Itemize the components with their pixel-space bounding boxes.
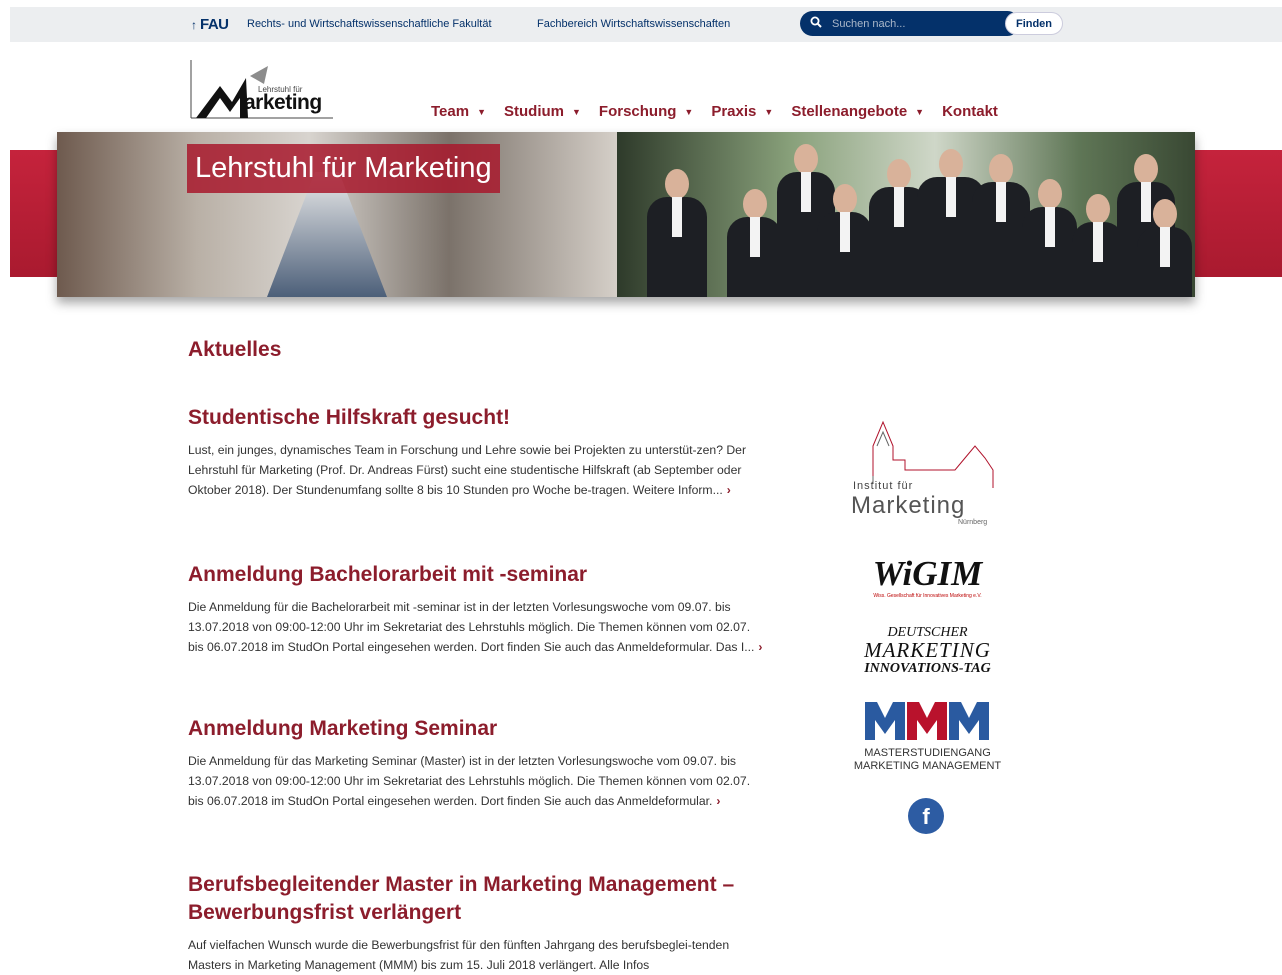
nav-label: Forschung	[598, 103, 677, 120]
search-form: Finden	[800, 11, 1064, 36]
institut-marketing-logo[interactable]: Institut für Marketing Nürnberg	[845, 418, 1010, 528]
hero-team-photo	[617, 132, 1195, 297]
nav-praxis[interactable]: Praxis ▼	[711, 103, 773, 120]
news-text: Die Anmeldung für die Bachelorarbeit mit…	[188, 600, 755, 654]
logo-big-text: arketing	[244, 91, 322, 114]
news-item: Anmeldung Marketing Seminar Die Anmeldun…	[188, 715, 768, 811]
search-box	[800, 11, 1020, 36]
team-member	[727, 189, 782, 297]
dmit-line2: MARKETING	[864, 638, 991, 662]
search-button[interactable]: Finden	[1005, 12, 1063, 35]
department-link[interactable]: Fachbereich Wirtschaftswissenschaften	[537, 18, 730, 30]
nav-label: Praxis	[711, 103, 757, 120]
nav-team[interactable]: Team ▼	[431, 103, 486, 120]
read-more-icon[interactable]: ›	[758, 640, 762, 654]
fau-logo: FAU	[200, 16, 229, 33]
news-text: Die Anmeldung für das Marketing Seminar …	[188, 754, 751, 808]
nav-label: Kontakt	[942, 103, 998, 120]
nav-label: Team	[431, 103, 470, 120]
chevron-down-icon: ▼	[572, 106, 581, 117]
up-arrow-icon: ↑	[191, 17, 197, 32]
institut-line3: Nürnberg	[958, 519, 988, 526]
read-more-icon[interactable]: ›	[716, 794, 720, 808]
nav-studium[interactable]: Studium ▼	[504, 103, 581, 120]
nav-label: Studium	[504, 103, 564, 120]
institut-line1: Institut für	[853, 480, 914, 492]
team-member	[817, 184, 872, 297]
news-title-link[interactable]: Berufsbegleitender Master in Marketing M…	[188, 871, 748, 927]
team-member	[647, 169, 707, 297]
nav-kontakt[interactable]: Kontakt	[942, 103, 998, 120]
dmit-line3: INNOVATIONS-TAG	[864, 661, 991, 676]
section-title: Aktuelles	[188, 338, 282, 361]
news-title-link[interactable]: Anmeldung Marketing Seminar	[188, 715, 768, 743]
news-item: Berufsbegleitender Master in Marketing M…	[188, 871, 768, 975]
news-teaser: Die Anmeldung für die Bachelorarbeit mit…	[188, 597, 768, 657]
mmm-line2: MARKETING MANAGEMENT	[853, 760, 1002, 772]
news-text: Lust, ein junges, dynamisches Team in Fo…	[188, 443, 746, 497]
news-item: Anmeldung Bachelorarbeit mit -seminar Di…	[188, 561, 768, 657]
chevron-down-icon: ▼	[684, 106, 694, 117]
mmm-line1: MASTERSTUDIENGANG	[864, 747, 991, 759]
faculty-link[interactable]: Rechts- und Wirtschaftswissenschaftliche…	[247, 18, 492, 30]
fau-home-link[interactable]: ↑ FAU	[191, 16, 229, 33]
mmm-mark	[864, 702, 989, 740]
news-teaser: Lust, ein junges, dynamisches Team in Fo…	[188, 440, 768, 500]
news-teaser: Die Anmeldung für das Marketing Seminar …	[188, 751, 768, 811]
team-member	[1137, 199, 1192, 297]
read-more-icon[interactable]: ›	[727, 483, 731, 497]
search-icon	[810, 16, 822, 28]
wigim-logo[interactable]: WiGIM Wiss. Gesellschaft für Innovatives…	[845, 555, 1010, 605]
chevron-down-icon: ▼	[915, 106, 925, 117]
facebook-icon[interactable]: f	[908, 798, 944, 834]
main-nav: Team ▼ Studium ▼ Forschung ▼ Praxis ▼ Stelle…	[431, 103, 1016, 120]
news-text: Auf vielfachen Wunsch wurde die Bewerbun…	[188, 938, 730, 972]
chevron-down-icon: ▼	[477, 106, 486, 117]
news-title-link[interactable]: Studentische Hilfskraft gesucht!	[188, 404, 768, 432]
castle-outline-icon	[872, 420, 994, 488]
news-title-link[interactable]: Anmeldung Bachelorarbeit mit -seminar	[188, 561, 768, 589]
search-input[interactable]	[830, 14, 1004, 34]
news-teaser: Auf vielfachen Wunsch wurde die Bewerbun…	[188, 935, 768, 975]
wigim-name: WiGIM	[872, 554, 983, 593]
site-logo[interactable]: Lehrstuhl für arketing	[188, 58, 340, 124]
nav-stellenangebote[interactable]: Stellenangebote ▼	[791, 103, 924, 120]
top-bar: ↑ FAU Rechts- und Wirtschaftswissenschaf…	[10, 7, 1282, 42]
marketing-innovationstag-logo[interactable]: DEUTSCHER MARKETING INNOVATIONS-TAG	[845, 625, 1010, 680]
chevron-down-icon: ▼	[764, 106, 774, 117]
institut-line2: Marketing	[851, 492, 966, 519]
team-member	[1022, 179, 1077, 297]
nav-label: Stellenangebote	[791, 103, 908, 120]
hero-title: Lehrstuhl für Marketing	[187, 144, 500, 193]
nav-forschung[interactable]: Forschung ▼	[599, 103, 693, 120]
wigim-subtitle: Wiss. Gesellschaft für Innovatives Marke…	[873, 593, 982, 599]
mmm-logo[interactable]: MASTERSTUDIENGANG MARKETING MANAGEMENT	[845, 700, 1010, 775]
news-item: Studentische Hilfskraft gesucht! Lust, e…	[188, 404, 768, 500]
